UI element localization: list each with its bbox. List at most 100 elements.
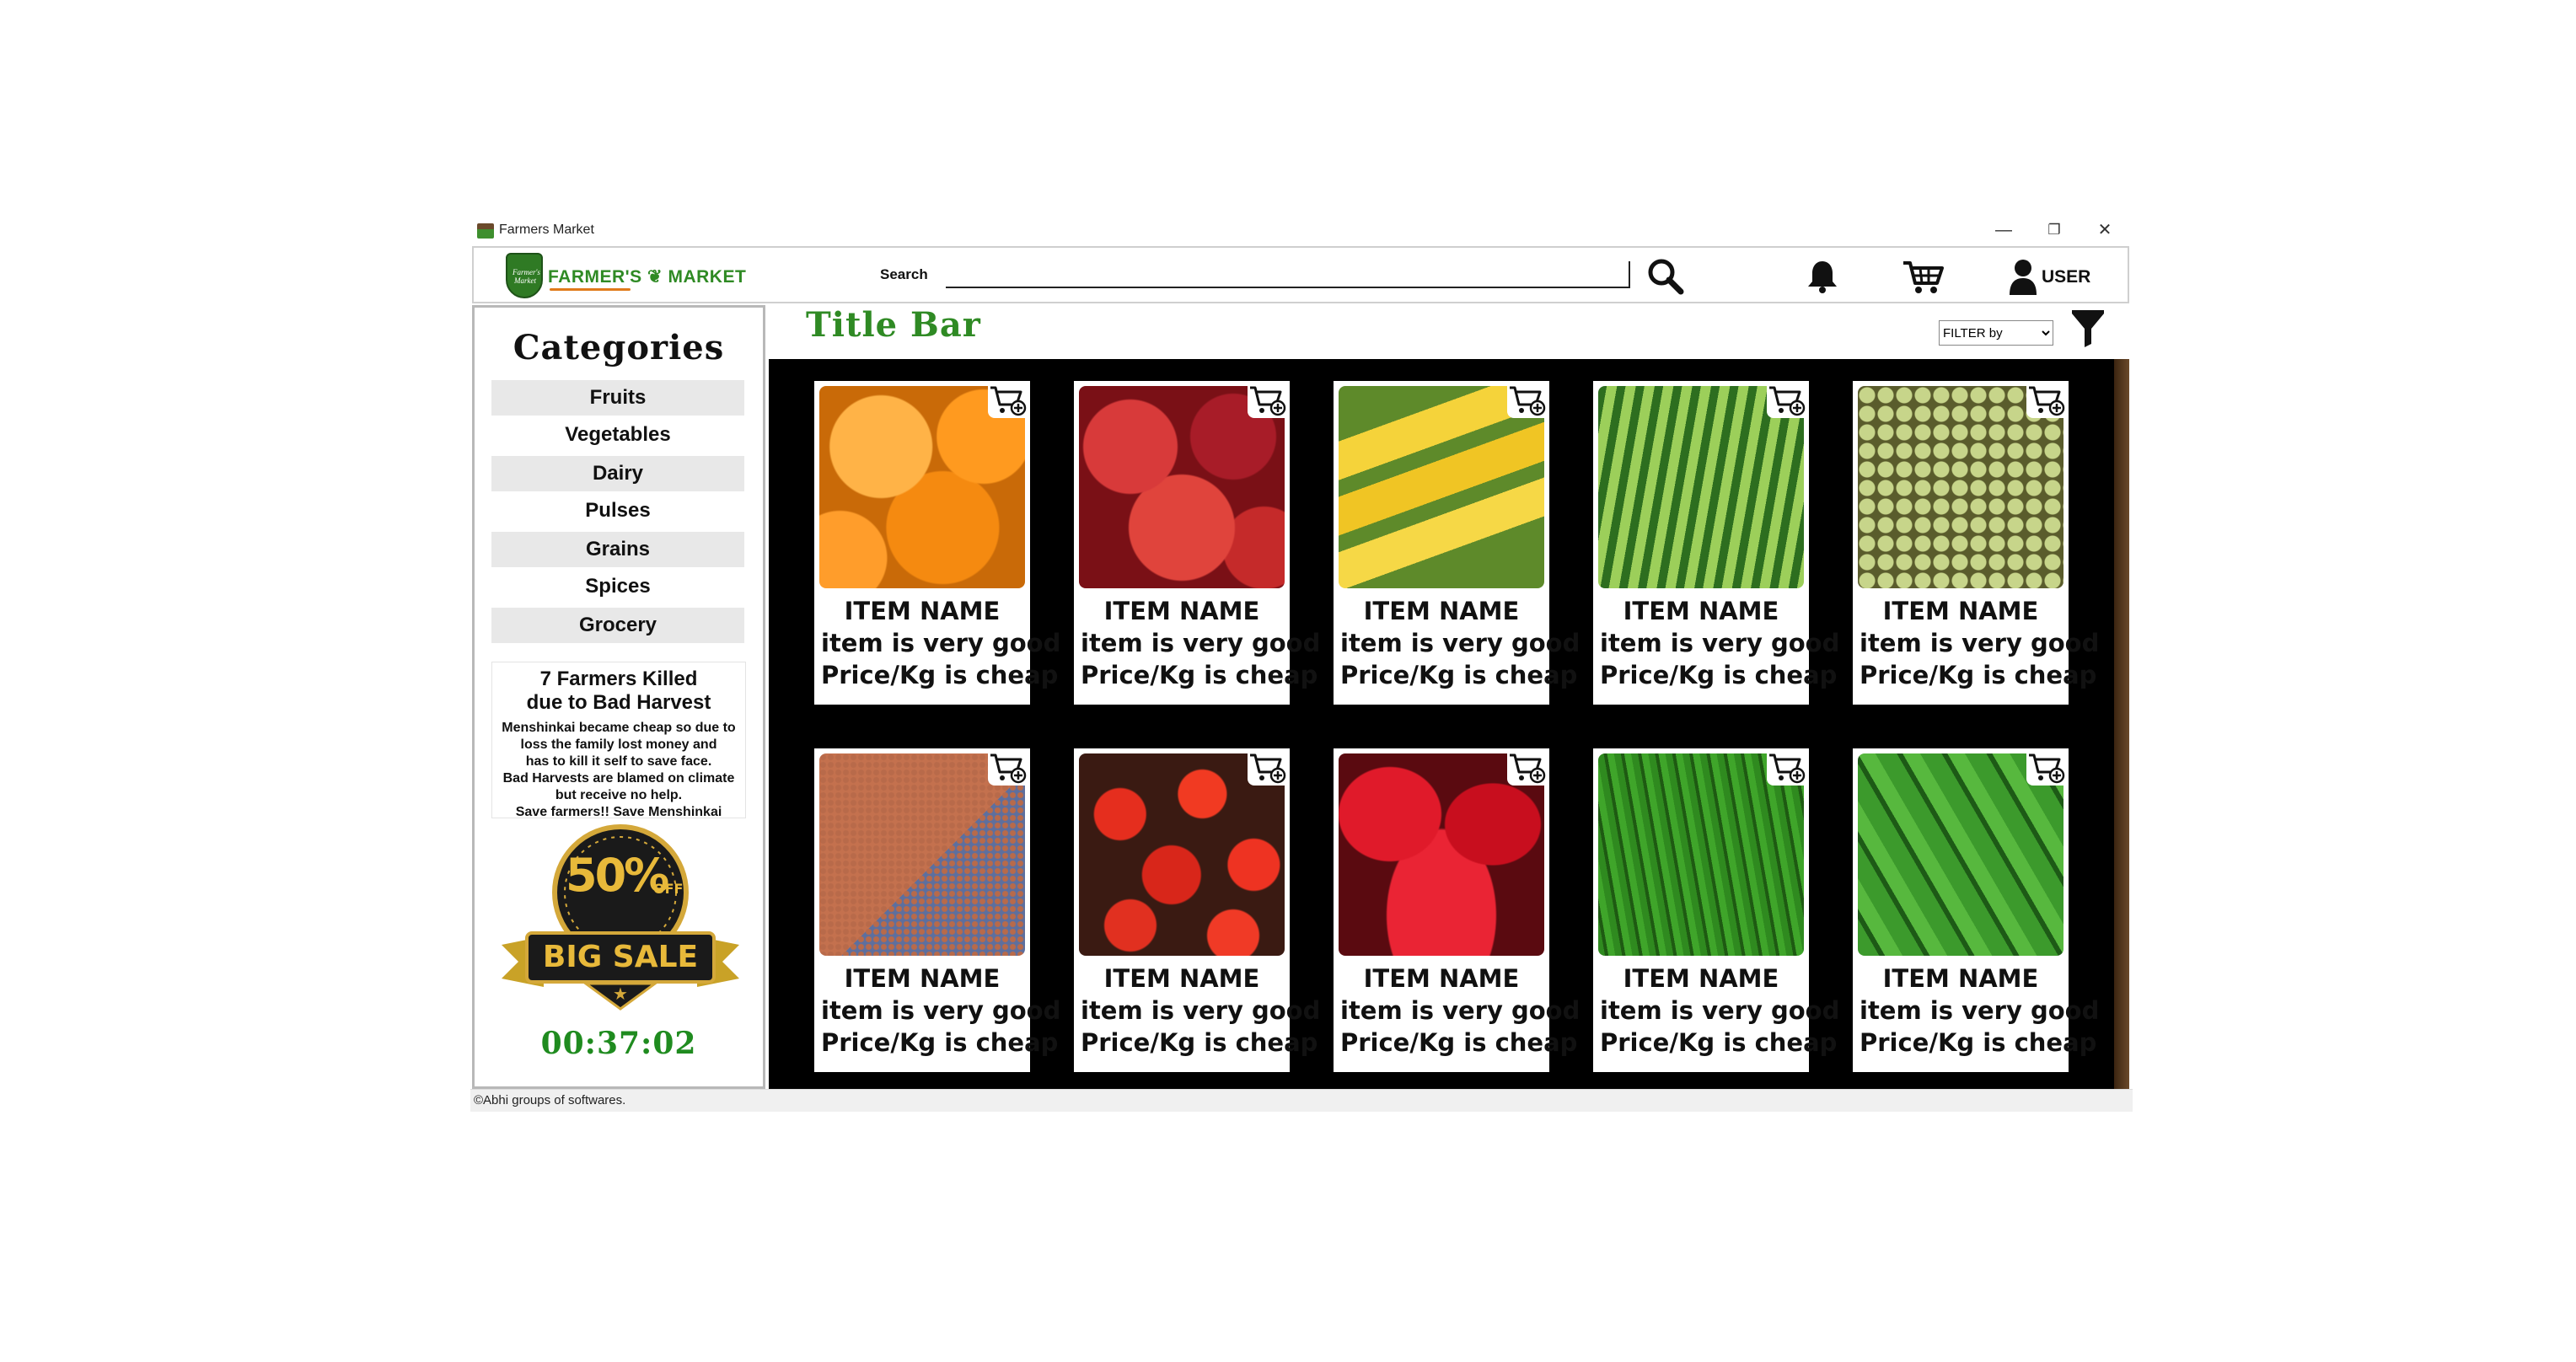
category-grains[interactable]: Grains [491,532,744,567]
add-to-cart-icon[interactable] [1248,750,1286,786]
leaf-icon: ❦ [647,267,663,287]
logo-text-1: FARMER'S [548,267,642,287]
app-header: Farmer's Market FARMER'S ❦ MARKET Search… [472,246,2129,303]
product-description: item is very good [1081,629,1321,657]
user-menu[interactable]: USER [2008,256,2117,297]
news-body-line: Bad Harvests are blamed on climate [502,771,735,786]
product-description: item is very good [1600,629,1840,657]
product-description: item is very good [1340,629,1580,657]
news-body-line: has to kill it self to save face. [525,754,712,769]
category-fruits[interactable]: Fruits [491,380,744,416]
product-price: Price/Kg is cheap [1340,661,1578,689]
sale-percent: 50% [566,849,669,902]
product-name: ITEM NAME [844,597,1001,625]
search-input[interactable] [946,261,1630,288]
sale-badge[interactable]: ★ 50% OFF BIG SALE [493,818,748,1021]
svg-text:★: ★ [613,984,628,1004]
app-icon [477,223,494,239]
product-price: Price/Kg is cheap [1081,661,1318,689]
product-name: ITEM NAME [844,964,1001,993]
product-description: item is very good [1860,629,2100,657]
search-icon[interactable] [1645,256,1686,297]
sidebar: Categories Fruits Vegetables Dairy Pulse… [472,305,765,1089]
cart-icon[interactable] [1902,258,1945,295]
add-to-cart-icon[interactable] [1507,383,1546,418]
product-card[interactable]: ITEM NAME item is very good Price/Kg is ch… [1853,748,2099,1072]
news-body-line: Menshinkai became cheap so due to [502,721,736,735]
product-card[interactable]: ITEM NAME item is very good Price/Kg is ch… [1074,748,1320,1072]
restore-button[interactable]: ❐ [2030,217,2079,243]
product-name: ITEM NAME [1882,597,2039,625]
filter-select[interactable]: FILTER by [1939,320,2053,346]
product-price: Price/Kg is cheap [821,1028,1059,1057]
product-price: Price/Kg is cheap [1081,1028,1318,1057]
logo-text: FARMER'S ❦ MARKET [548,266,746,287]
logo-badge: Farmer's Market [506,253,543,298]
logo[interactable]: Farmer's Market FARMER'S ❦ MARKET [506,253,750,298]
bell-icon[interactable] [1804,258,1841,295]
sale-timer: 00:37:02 [540,1026,697,1061]
product-name: ITEM NAME [1103,597,1260,625]
sale-off: OFF [653,881,684,897]
logo-badge-text: Farmer's Market [513,268,540,285]
category-grocery[interactable]: Grocery [491,608,744,643]
news-body: Menshinkai became cheap so due to loss t… [492,720,745,821]
product-card[interactable]: ITEM NAME item is very good Price/Kg is ch… [1593,748,1839,1072]
product-card[interactable]: ITEM NAME item is very good Price/Kg is ch… [814,748,1060,1072]
category-dairy[interactable]: Dairy [491,456,744,491]
category-spices[interactable]: Spices [491,569,744,604]
product-price: Price/Kg is cheap [1340,1028,1578,1057]
grid-scroll-edge [2114,359,2129,1089]
add-to-cart-icon[interactable] [988,750,1027,786]
product-card[interactable]: ITEM NAME item is very good Price/Kg is ch… [814,381,1060,705]
window-titlebar: Farmers Market — ❐ ✕ [470,216,2133,244]
product-price: Price/Kg is cheap [1860,661,2097,689]
product-description: item is very good [1081,996,1321,1025]
window-title: Farmers Market [499,223,594,237]
product-name: ITEM NAME [1882,964,2039,993]
page-title: Title Bar [806,305,981,345]
add-to-cart-icon[interactable] [988,383,1027,418]
add-to-cart-icon[interactable] [2026,383,2065,418]
product-card[interactable]: ITEM NAME item is very good Price/Kg is ch… [1334,381,1580,705]
add-to-cart-icon[interactable] [1767,383,1806,418]
product-name: ITEM NAME [1363,597,1520,625]
product-description: item is very good [821,629,1061,657]
news-box: 7 Farmers Killed due to Bad Harvest Mens… [491,662,746,821]
category-pulses[interactable]: Pulses [491,493,744,528]
add-to-cart-icon[interactable] [1767,750,1806,786]
news-headline-line-2: due to Bad Harvest [526,691,711,714]
product-name: ITEM NAME [1363,964,1520,993]
user-label: USER [2042,267,2091,287]
add-to-cart-icon[interactable] [1248,383,1286,418]
product-price: Price/Kg is cheap [1860,1028,2097,1057]
categories-title: Categories [513,328,725,367]
product-card[interactable]: ITEM NAME item is very good Price/Kg is ch… [1593,381,1839,705]
product-description: item is very good [1600,996,1840,1025]
product-card[interactable]: ITEM NAME item is very good Price/Kg is ch… [1334,748,1580,1072]
product-description: item is very good [1340,996,1580,1025]
product-name: ITEM NAME [1103,964,1260,993]
product-card[interactable]: ITEM NAME item is very good Price/Kg is ch… [1853,381,2099,705]
news-body-line: loss the family lost money and [520,737,717,752]
category-vegetables[interactable]: Vegetables [491,417,744,453]
minimize-button[interactable]: — [1979,217,2028,243]
add-to-cart-icon[interactable] [2026,750,2065,786]
news-headline-line-1: 7 Farmers Killed [539,668,698,690]
search-label: Search [880,266,928,282]
close-button[interactable]: ✕ [2080,217,2129,243]
product-name: ITEM NAME [1623,964,1779,993]
news-headline: 7 Farmers Killed due to Bad Harvest [492,668,745,715]
product-price: Price/Kg is cheap [1600,1028,1838,1057]
logo-underline [550,288,631,291]
user-icon [2010,260,2037,295]
filter-icon[interactable] [2070,310,2106,349]
product-card[interactable]: ITEM NAME item is very good Price/Kg is ch… [1074,381,1320,705]
news-body-line: but receive no help. [555,788,683,802]
product-name: ITEM NAME [1623,597,1779,625]
product-price: Price/Kg is cheap [821,661,1059,689]
product-price: Price/Kg is cheap [1600,661,1838,689]
add-to-cart-icon[interactable] [1507,750,1546,786]
product-description: item is very good [1860,996,2100,1025]
logo-text-2: MARKET [668,267,747,287]
